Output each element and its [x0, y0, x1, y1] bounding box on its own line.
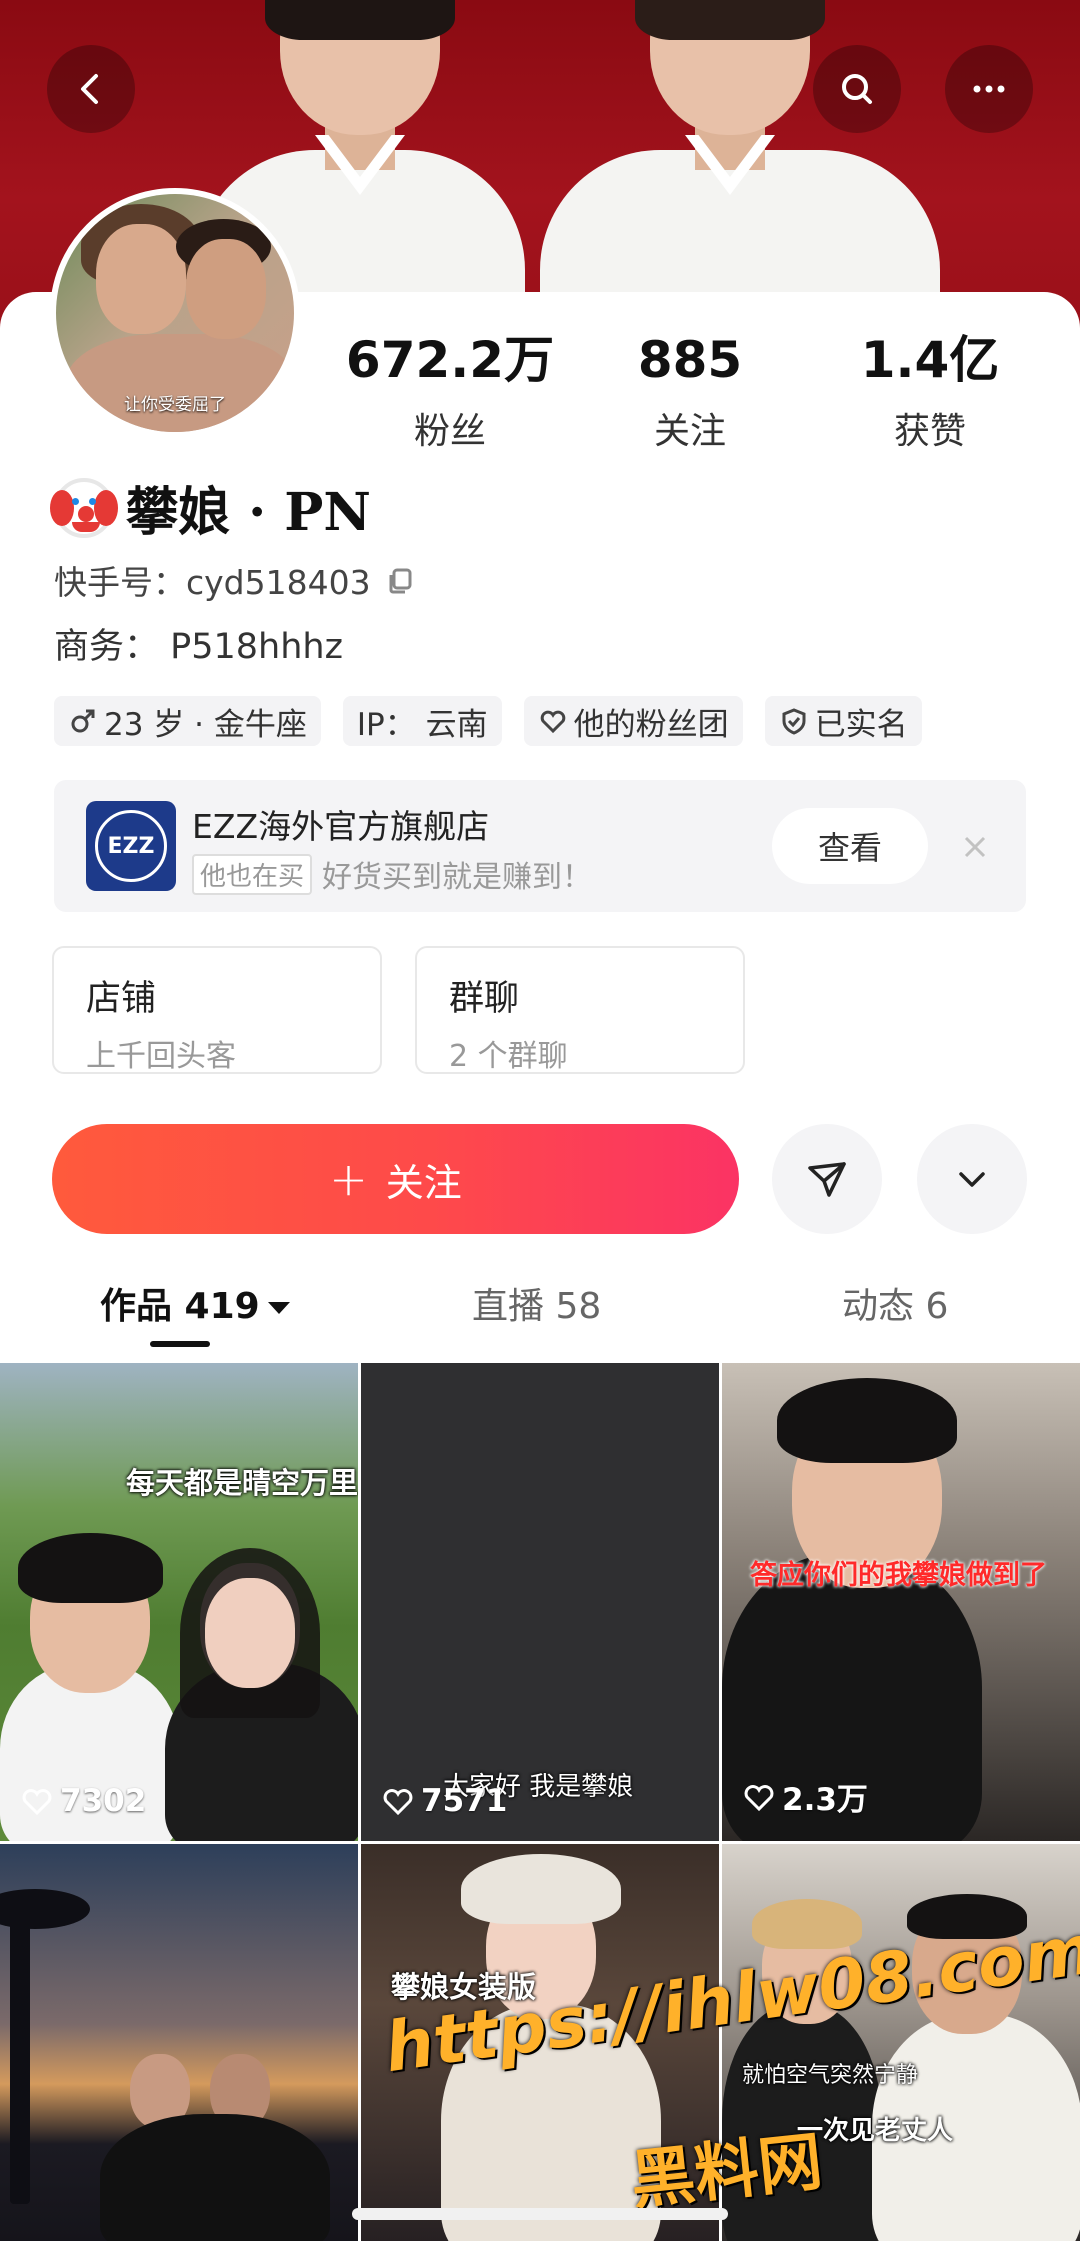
heart-icon	[744, 1784, 774, 1811]
video-tile[interactable]: 就怕空气突然宁静 一次见老丈人	[722, 1844, 1080, 2241]
group-chat-subtitle: 2 个群聊	[449, 1039, 568, 1074]
tag-fan-club-text: 他的粉丝团	[573, 706, 729, 743]
video-caption: 就怕空气突然宁静	[742, 2063, 919, 2088]
tag-ip: IP： 云南	[342, 696, 502, 746]
tab-works[interactable]: 作品 419	[100, 1277, 290, 1329]
search-icon	[842, 74, 872, 104]
follow-label: 关注	[385, 1160, 462, 1205]
heart-icon	[383, 1789, 413, 1816]
home-indicator[interactable]	[352, 2208, 728, 2220]
profile-card: 672.2万 粉丝 885 关注 1.4亿 获赞 攀娘 · PN 快手号：cyd…	[0, 292, 1080, 1362]
business-contact: 商务： P518hhhz	[54, 627, 343, 667]
followers-label: 粉丝	[413, 411, 486, 452]
more-horizontal-icon	[973, 85, 1005, 93]
video-likes: 2.3万	[742, 1774, 868, 1819]
avatar[interactable]: 让你受委屈了	[50, 188, 300, 438]
store-title: 店铺	[86, 979, 157, 1019]
video-caption-secondary: 一次见老丈人	[797, 2116, 954, 2146]
stat-likes[interactable]: 1.4亿 获赞	[820, 330, 1040, 454]
expand-button[interactable]	[917, 1124, 1027, 1234]
video-tile[interactable]	[0, 1844, 358, 2241]
chevron-down-icon	[959, 1172, 985, 1187]
video-likes: 7302	[20, 1783, 146, 1819]
user-name: 攀娘 · PN	[126, 482, 371, 543]
share-button[interactable]	[772, 1124, 882, 1234]
video-caption: 答应你们的我攀娘做到了	[750, 1560, 1047, 1591]
shield-check-icon	[782, 708, 806, 735]
profile-tags: 23 岁 · 金牛座 IP： 云南 他的粉丝团 已实名	[54, 696, 922, 746]
tag-ip-text: IP： 云南	[356, 706, 488, 743]
banner-person-right	[540, 0, 940, 330]
group-chat-card[interactable]: 群聊 2 个群聊	[415, 946, 745, 1074]
clown-face-icon	[50, 477, 118, 538]
video-tile[interactable]: 每天都是晴空万里 7302	[0, 1363, 358, 1841]
video-tile[interactable]: 攀娘女装版	[361, 1844, 719, 2241]
kuaishou-id: 快手号：cyd518403	[54, 563, 371, 602]
view-shop-button[interactable]: 查看	[772, 808, 928, 884]
tab-works-label: 作品 419	[100, 1286, 260, 1327]
store-subtitle: 上千回头客	[86, 1039, 236, 1074]
tab-moments[interactable]: 动态 6	[842, 1277, 948, 1329]
shop-promo-bar[interactable]: EZZ EZZ海外官方旗舰店 他也在买 好货买到就是赚到！ 查看	[54, 780, 1026, 912]
shop-name: EZZ海外官方旗舰店	[192, 807, 490, 846]
store-card[interactable]: 店铺 上千回头客	[52, 946, 382, 1074]
tab-live[interactable]: 直播 58	[472, 1277, 601, 1329]
caret-down-icon	[267, 1302, 290, 1314]
shop-subline: 他也在买 好货买到就是赚到！	[192, 852, 592, 896]
stat-followers[interactable]: 672.2万 粉丝	[340, 330, 560, 454]
video-likes-count: 7571	[421, 1783, 508, 1819]
video-likes-count: 2.3万	[782, 1782, 868, 1818]
tag-verified[interactable]: 已实名	[764, 696, 922, 746]
follow-button[interactable]: + 关注	[52, 1124, 739, 1234]
likes-count: 1.4亿	[860, 331, 1000, 389]
video-caption: 每天都是晴空万里	[126, 1466, 358, 1500]
back-button[interactable]	[47, 45, 135, 133]
following-label: 关注	[653, 411, 726, 452]
video-tile[interactable]: 大家好 我是攀娘 7571	[361, 1363, 719, 1841]
close-icon	[964, 836, 986, 858]
more-button[interactable]	[945, 45, 1033, 133]
shop-logo-text: EZZ	[95, 810, 167, 882]
active-tab-indicator	[150, 1341, 210, 1347]
heart-icon	[540, 710, 565, 734]
shop-slogan: 好货买到就是赚到！	[322, 860, 593, 895]
shop-badge: 他也在买	[192, 853, 313, 895]
tag-fan-club[interactable]: 他的粉丝团	[523, 696, 743, 746]
send-icon	[808, 1162, 846, 1197]
followers-count: 672.2万	[345, 331, 555, 389]
plus-icon: +	[329, 1152, 368, 1206]
shop-logo: EZZ	[86, 801, 176, 891]
tag-age-text: 23 岁 · 金牛座	[104, 706, 307, 743]
close-promo-button[interactable]	[950, 822, 1000, 872]
name-row: 攀娘 · PN	[50, 470, 371, 545]
avatar-caption: 让你受委屈了	[124, 395, 226, 415]
video-caption: 攀娘女装版	[391, 1970, 537, 2004]
likes-label: 获赞	[893, 411, 966, 452]
content-tabs: 作品 419 直播 58 动态 6	[0, 1277, 1080, 1357]
search-button[interactable]	[813, 45, 901, 133]
tag-verified-text: 已实名	[814, 706, 908, 743]
video-likes: 7571	[381, 1783, 507, 1819]
kuaishou-id-row: 快手号：cyd518403	[54, 556, 415, 604]
video-tile[interactable]: 答应你们的我攀娘做到了 2.3万	[722, 1363, 1080, 1841]
group-chat-title: 群聊	[449, 979, 520, 1019]
following-count: 885	[637, 331, 743, 389]
male-icon	[71, 709, 95, 733]
tag-age: 23 岁 · 金牛座	[54, 696, 321, 746]
video-grid: 每天都是晴空万里 7302 大家好 我是攀娘 7571 答应你们的我攀娘做到了 …	[0, 1363, 1080, 2241]
copy-icon[interactable]	[385, 565, 415, 595]
heart-icon	[22, 1789, 52, 1816]
chevron-left-icon	[81, 74, 98, 104]
profile-stats: 672.2万 粉丝 885 关注 1.4亿 获赞	[330, 330, 1050, 454]
video-likes-count: 7302	[60, 1783, 147, 1819]
stat-following[interactable]: 885 关注	[580, 330, 800, 454]
